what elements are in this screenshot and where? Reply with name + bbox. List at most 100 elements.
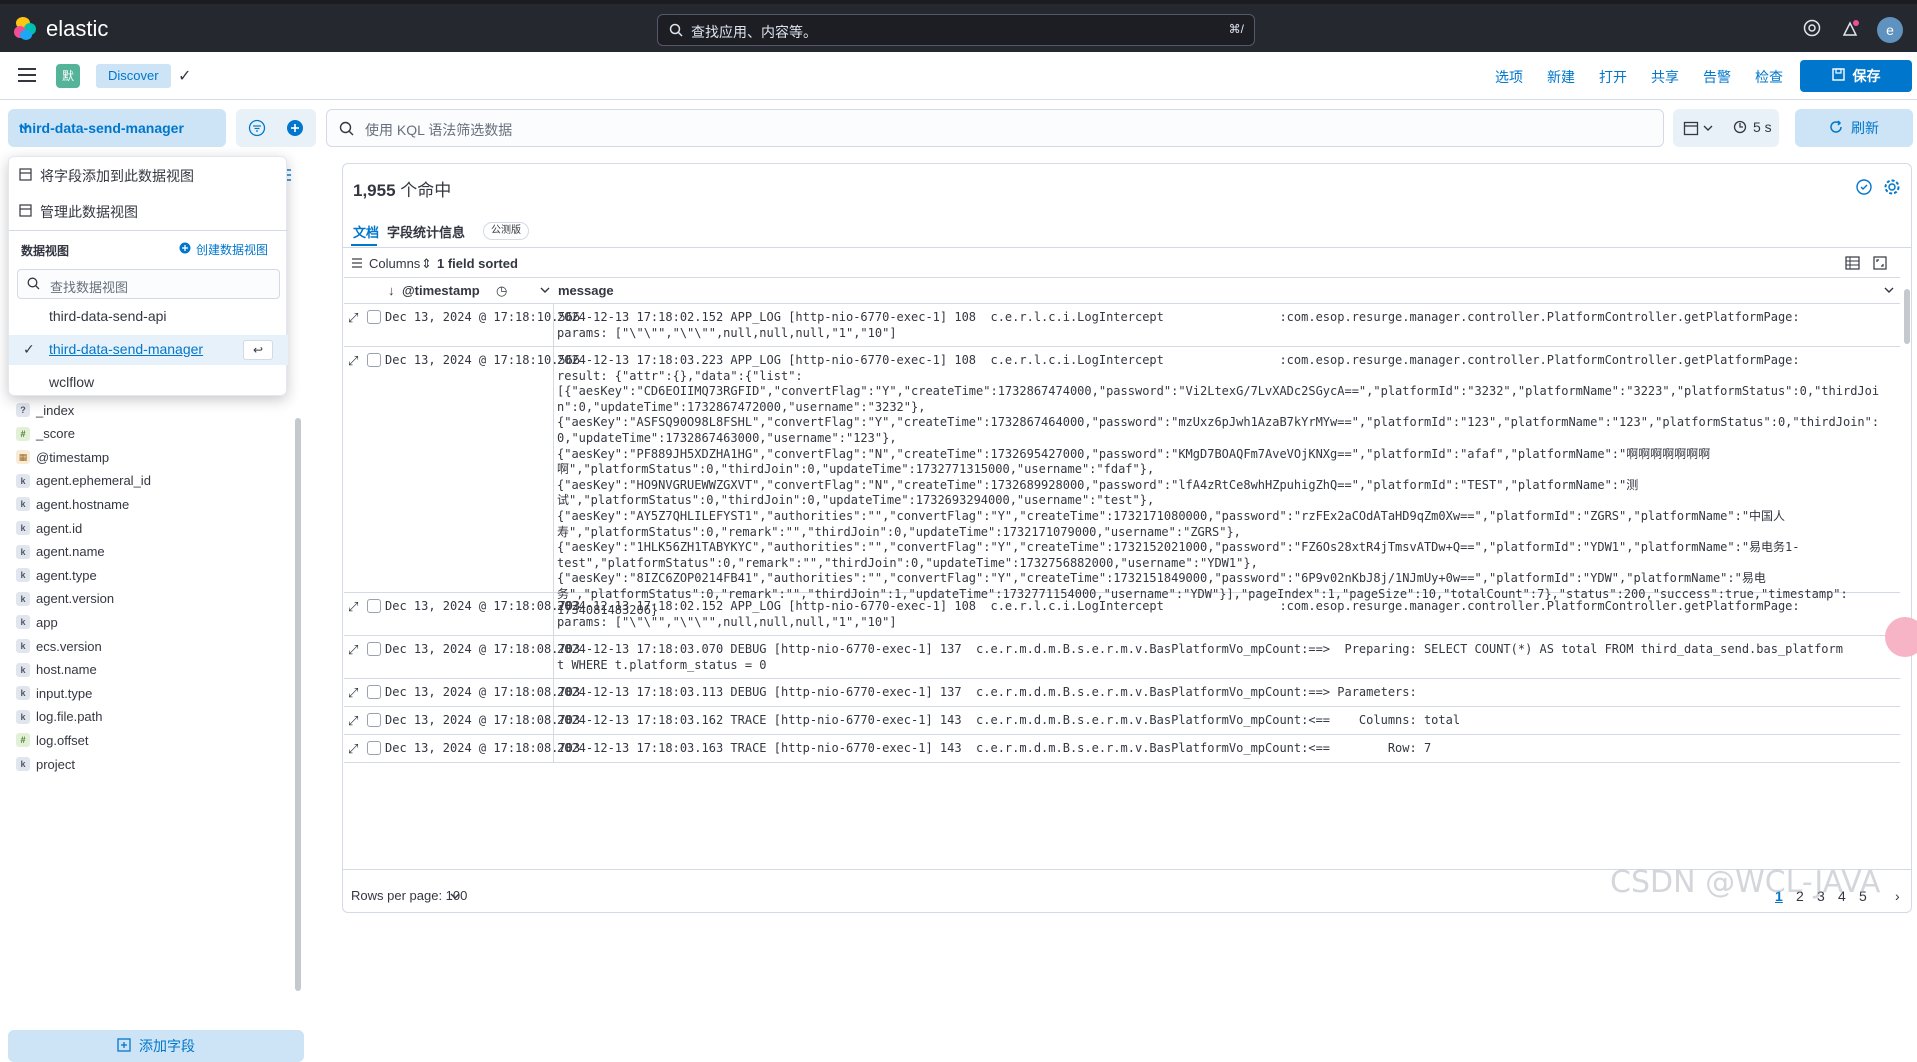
column-header-timestamp[interactable]: @timestamp xyxy=(402,283,480,298)
table-manage-icon xyxy=(19,203,33,221)
chevron-down-icon[interactable] xyxy=(540,283,550,298)
kql-search-input[interactable]: 使用 KQL 语法筛选数据 xyxy=(326,109,1664,147)
sidebar-scrollbar[interactable] xyxy=(295,418,301,991)
add-field-button[interactable]: 添加字段 xyxy=(8,1030,304,1062)
expand-row-icon[interactable]: ⤢ xyxy=(348,353,362,368)
field-name: agent.type xyxy=(36,567,97,583)
breadcrumb-discover[interactable]: Discover xyxy=(96,64,171,88)
table-row[interactable]: ⤢ Dec 13, 2024 @ 17:18:08.703 2024-12-13 1… xyxy=(344,707,1900,735)
add-field-icon xyxy=(117,1037,131,1055)
create-data-view-link[interactable]: 创建数据视图 xyxy=(179,241,268,258)
field-item[interactable]: k agent.type xyxy=(16,564,97,586)
chevron-down-icon xyxy=(1703,120,1713,136)
gear-icon[interactable] xyxy=(1883,178,1901,199)
row-message: 2024-12-13 17:18:03.223 APP_LOG [http-ni… xyxy=(557,353,1880,617)
row-timestamp: Dec 13, 2024 @ 17:18:08.703 xyxy=(385,713,581,727)
fullscreen-icon[interactable] xyxy=(1873,256,1887,273)
save-button[interactable]: 保存 xyxy=(1800,60,1912,92)
add-filter-icon[interactable] xyxy=(286,119,304,140)
assistant-icon[interactable] xyxy=(1855,178,1873,199)
add-field-to-view-item[interactable]: 将字段添加到此数据视图 xyxy=(19,166,194,186)
help-icon[interactable] xyxy=(1802,18,1826,42)
field-item[interactable]: k app xyxy=(16,611,58,633)
sort-button[interactable]: 1 field sorted xyxy=(437,256,518,271)
row-checkbox[interactable] xyxy=(367,713,381,727)
data-view-option[interactable]: wclflow xyxy=(9,368,288,398)
floating-assistant-button[interactable] xyxy=(1885,617,1917,657)
columns-button[interactable]: Columns xyxy=(369,256,420,271)
field-item[interactable]: k host.name xyxy=(16,659,97,681)
expand-row-icon[interactable]: ⤢ xyxy=(348,599,362,614)
data-view-search-input[interactable]: 查找数据视图 xyxy=(17,269,280,299)
row-checkbox[interactable] xyxy=(367,741,381,755)
field-item[interactable]: k project xyxy=(16,753,75,775)
row-checkbox[interactable] xyxy=(367,310,381,324)
global-search-input[interactable]: 查找应用、内容等。 ⌘/ xyxy=(657,14,1255,46)
refresh-button[interactable]: 刷新 xyxy=(1795,109,1913,147)
row-checkbox[interactable] xyxy=(367,599,381,613)
row-checkbox[interactable] xyxy=(367,685,381,699)
field-name: ecs.version xyxy=(36,638,102,654)
field-item[interactable]: ▦ @timestamp xyxy=(16,446,109,468)
chevron-down-icon[interactable] xyxy=(450,889,460,904)
field-type-icon: k xyxy=(16,473,30,488)
alert-link[interactable]: 告警 xyxy=(1703,67,1731,87)
table-row[interactable]: ⤢ Dec 13, 2024 @ 17:18:08.703 2024-12-13 1… xyxy=(344,679,1900,707)
field-item[interactable]: k ecs.version xyxy=(16,635,102,657)
table-row[interactable]: ⤢ Dec 13, 2024 @ 17:18:08.703 2024-12-13 1… xyxy=(344,636,1900,679)
field-item[interactable]: # log.offset xyxy=(16,729,89,751)
field-type-icon: # xyxy=(16,733,30,748)
field-name: _score xyxy=(36,426,76,442)
share-link[interactable]: 共享 xyxy=(1651,67,1679,87)
create-data-view-label: 创建数据视图 xyxy=(196,243,269,257)
inspect-link[interactable]: 检查 xyxy=(1755,67,1783,87)
display-density-icon[interactable] xyxy=(1845,256,1860,273)
field-item[interactable]: k agent.version xyxy=(16,588,114,610)
row-checkbox[interactable] xyxy=(367,353,381,367)
expand-row-icon[interactable]: ⤢ xyxy=(348,642,362,657)
field-item[interactable]: k agent.ephemeral_id xyxy=(16,470,151,492)
expand-row-icon[interactable]: ⤢ xyxy=(348,713,362,728)
table-row[interactable]: ⤢ Dec 13, 2024 @ 17:18:10.566 2024-12-13 1… xyxy=(344,347,1900,617)
row-checkbox[interactable] xyxy=(367,642,381,656)
expand-row-icon[interactable]: ⤢ xyxy=(348,741,362,756)
table-row[interactable]: ⤢ Dec 13, 2024 @ 17:18:08.703 2024-12-13 1… xyxy=(344,735,1900,763)
manage-data-view-item[interactable]: 管理此数据视图 xyxy=(19,202,138,222)
sort-descending-icon: ↓ xyxy=(388,283,395,298)
field-item[interactable]: k input.type xyxy=(16,682,92,704)
field-item[interactable]: ? _index xyxy=(16,399,74,421)
column-separator xyxy=(553,347,554,593)
open-link[interactable]: 打开 xyxy=(1599,67,1627,87)
next-page-icon[interactable]: › xyxy=(1895,888,1900,904)
data-view-search-placeholder: 查找数据视图 xyxy=(50,280,129,295)
user-avatar[interactable]: e xyxy=(1877,17,1903,43)
elastic-logo[interactable]: elastic xyxy=(14,16,108,42)
data-view-option[interactable]: ✓ ↩ third-data-send-manager xyxy=(9,335,288,365)
grid-scrollbar[interactable] xyxy=(1904,289,1910,344)
options-link[interactable]: 选项 xyxy=(1495,67,1523,87)
field-name: agent.hostname xyxy=(36,496,130,512)
tab-field-statistics[interactable]: 字段统计信息 xyxy=(387,222,465,241)
field-item[interactable]: k agent.id xyxy=(16,517,82,539)
field-item[interactable]: k agent.hostname xyxy=(16,493,129,515)
field-item[interactable]: # _score xyxy=(16,423,75,445)
menu-icon[interactable] xyxy=(18,68,36,82)
space-avatar[interactable]: 默 xyxy=(56,64,80,88)
tab-documents[interactable]: 文档 xyxy=(353,222,379,241)
date-picker-button[interactable]: 5 s xyxy=(1673,109,1779,147)
news-feed-icon[interactable] xyxy=(1840,18,1864,42)
table-row[interactable]: ⤢ Dec 13, 2024 @ 17:18:08.703 2024-12-13 1… xyxy=(344,593,1900,636)
field-type-icon: k xyxy=(16,757,30,771)
field-item[interactable]: k log.file.path xyxy=(16,706,103,728)
column-header-message[interactable]: message xyxy=(558,283,614,298)
data-view-picker[interactable]: third-data-send-manager xyxy=(8,109,226,147)
data-view-option[interactable]: third-data-send-api xyxy=(9,302,288,332)
expand-row-icon[interactable]: ⤢ xyxy=(348,310,362,325)
expand-row-icon[interactable]: ⤢ xyxy=(348,685,362,700)
field-item[interactable]: k agent.name xyxy=(16,541,105,563)
chevron-down-icon[interactable] xyxy=(1884,283,1894,298)
new-link[interactable]: 新建 xyxy=(1547,67,1575,87)
table-row[interactable]: ⤢ Dec 13, 2024 @ 17:18:10.566 2024-12-13 1… xyxy=(344,304,1900,347)
filter-icon[interactable] xyxy=(248,119,266,140)
active-tab-indicator xyxy=(351,244,377,246)
